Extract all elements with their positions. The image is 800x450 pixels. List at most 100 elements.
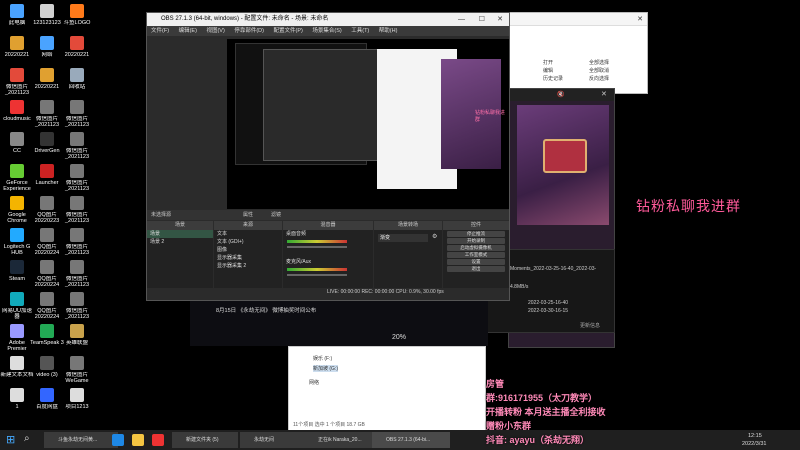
taskbar-item-naraka[interactable]: 永劫无间 [240,432,306,448]
desktop-shortcut[interactable]: 20220221 [60,36,94,64]
desktop-shortcut[interactable]: 斗鱼LOGO [60,4,94,32]
desktop-shortcut[interactable]: 此电脑 [0,4,34,32]
desktop-shortcut[interactable]: QQ图片20220224 [30,228,64,256]
exit-button[interactable]: 退出 [447,266,505,272]
menu-docks[interactable]: 停靠部件(D) [234,28,264,34]
taskbar-edge-icon[interactable] [112,434,124,446]
source-item[interactable]: 显示器采集 2 [214,262,282,270]
desktop-shortcut[interactable]: 微信图片 WeGame [60,356,94,384]
news-headline[interactable]: 8月15日 《永劫无间》 微博抽奖时间公布 [216,306,316,314]
desktop-shortcut[interactable]: 网易UU加速器 [0,292,34,320]
explorer-sidebar-item-network[interactable]: 网络 [309,379,319,386]
taskbar-item-naraka-file[interactable]: 正在ik Naraka_20... [304,432,380,448]
desktop-shortcut[interactable]: Adobe Premier [0,324,34,352]
obs-close-icon[interactable]: ✕ [497,13,503,26]
desktop-shortcut[interactable]: DriverGen [30,132,64,160]
desktop-shortcut[interactable]: 微信图片_2021123 [60,164,94,192]
start-windows-icon[interactable]: ⊞ [6,434,18,446]
transition-select[interactable]: 渐变 [378,234,428,242]
obs-maximize-icon[interactable]: ☐ [479,13,485,26]
game-close-icon[interactable]: ✕ [601,90,607,98]
scene-item[interactable]: 场景 2 [147,238,213,246]
taskbar-item-douyu[interactable]: 斗鱼永劫无间黄... [44,432,118,448]
start-recording-button[interactable]: 开始录制 [447,238,505,244]
desktop-shortcut[interactable]: 微信图片_2021123 [0,68,34,96]
desktop-shortcut[interactable]: Launcher [30,164,64,192]
desktop-shortcut[interactable]: 微信图片_2021123 [60,100,94,128]
settings-button[interactable]: 设置 [447,259,505,265]
desktop-shortcut[interactable]: 20220221 [0,36,34,64]
shortcut-icon [40,164,54,178]
ribbon-item-history[interactable]: 历史记录 [543,75,593,83]
taskbar-clock-date[interactable]: 2022/3/31 [742,441,766,447]
source-item[interactable]: 文本 [214,230,282,238]
desktop-shortcut[interactable]: 微信图片_2021123 [60,196,94,224]
source-item[interactable]: 文本 (GDI+) [214,238,282,246]
desktop-shortcut[interactable]: GeForce Experience [0,164,34,192]
menu-scene-collection[interactable]: 场景集合(S) [312,28,341,34]
shortcut-label: 此电脑 [8,20,26,26]
stop-stream-button[interactable]: 停止推流 [447,231,505,237]
desktop-shortcut[interactable]: 网络 [30,36,64,64]
desktop-shortcut[interactable]: QQ图片20220223 [30,196,64,224]
menu-view[interactable]: 视图(V) [206,28,224,34]
desktop-shortcut[interactable]: 微信图片_2021123 [30,100,64,128]
source-item[interactable]: 图像 [214,246,282,254]
taskbar-clock-time[interactable]: 12:15 [748,433,762,439]
desktop-shortcut[interactable]: TeamSpeak 3 [30,324,64,352]
desktop-shortcut[interactable]: 20220221 [30,68,64,96]
scene-item[interactable]: 场景 [147,230,213,238]
desktop-shortcut[interactable]: QQ图片20220224 [30,292,64,320]
menu-tools[interactable]: 工具(T) [351,28,369,34]
desktop-shortcut[interactable]: 1 [0,388,34,416]
ribbon-item-edit[interactable]: 编辑 [543,67,593,75]
menu-file[interactable]: 文件(F) [151,28,169,34]
obs-minimize-icon[interactable]: — [458,13,465,26]
studio-mode-button[interactable]: 工作室模式 [447,252,505,258]
taskbar-item-obs[interactable]: OBS 27.1.3 (64-bi... [372,432,450,448]
desktop-shortcut[interactable]: Steam [0,260,34,288]
explorer-sidebar-item-f[interactable]: 娱乐 (F:) [313,355,332,362]
desktop-shortcut[interactable]: 项目1213 [60,388,94,416]
mixer-slider-mic[interactable] [287,274,347,276]
menu-profile[interactable]: 配置文件(P) [273,28,302,34]
desktop-shortcut[interactable]: 微信图片_2021123 [60,132,94,160]
ribbon-item-select-all[interactable]: 全部选择 [589,59,639,67]
desktop-shortcut[interactable]: 微信图片_2021123 [60,260,94,288]
search-icon[interactable]: ⌕ [24,433,30,444]
menu-edit[interactable]: 编辑(E) [179,28,197,34]
game-mute-icon[interactable]: 🔇 [557,91,564,98]
desktop-shortcut[interactable]: 回收站 [60,68,94,96]
desktop-shortcut[interactable]: Google Chrome [0,196,34,224]
ribbon-item-invert[interactable]: 反向选择 [589,75,639,83]
desktop-shortcut[interactable]: 123123123 [30,4,64,32]
desktop-shortcut[interactable]: 百度网盘 [30,388,64,416]
desktop-shortcut[interactable]: 微信图片_2021123 [60,292,94,320]
taskbar-netease-icon[interactable] [152,434,164,446]
mixer-dock: 桌面音频 麦克风/Aux [283,230,373,288]
desktop-shortcut[interactable]: cloudmusic [0,100,34,128]
desktop-shortcut[interactable]: video (3) [30,356,64,384]
desktop-shortcut[interactable]: 新建文本文档 [0,356,34,384]
transition-settings-gear-icon[interactable]: ⚙ [432,233,437,240]
virtual-camera-button[interactable]: 启动虚拟摄像机 [447,245,505,251]
mixer-slider-desktop[interactable] [287,246,347,248]
properties-button[interactable]: 属性 [243,210,253,220]
taskbar-explorer-icon[interactable] [132,434,144,446]
ribbon-item-open[interactable]: 打开 [543,59,593,67]
menu-help[interactable]: 帮助(H) [379,28,398,34]
desktop-shortcut[interactable]: CC [0,132,34,160]
explorer-close-icon[interactable]: ✕ [637,15,643,23]
obs-preview[interactable]: 钻粉私聊我进群 [227,39,509,209]
rec-update-button[interactable]: 更新信息 [580,322,600,329]
explorer-sidebar-item-g[interactable]: 新加坡 (G:) [313,365,338,372]
desktop-shortcut[interactable]: QQ图片20220224 [30,260,64,288]
desktop-shortcut[interactable]: 微信图片_2021123 [60,228,94,256]
ribbon-item-select-none[interactable]: 全部取消 [589,67,639,75]
source-item[interactable]: 显示器采集 [214,254,282,262]
filters-button[interactable]: 滤镜 [271,210,281,220]
desktop-shortcut[interactable]: 英雄联盟 [60,324,94,352]
taskbar-item-new-folder[interactable]: 新建文件夹 (5) [172,432,238,448]
desktop-shortcut[interactable]: Logitech G HUB [0,228,34,256]
shortcut-icon [70,324,84,338]
